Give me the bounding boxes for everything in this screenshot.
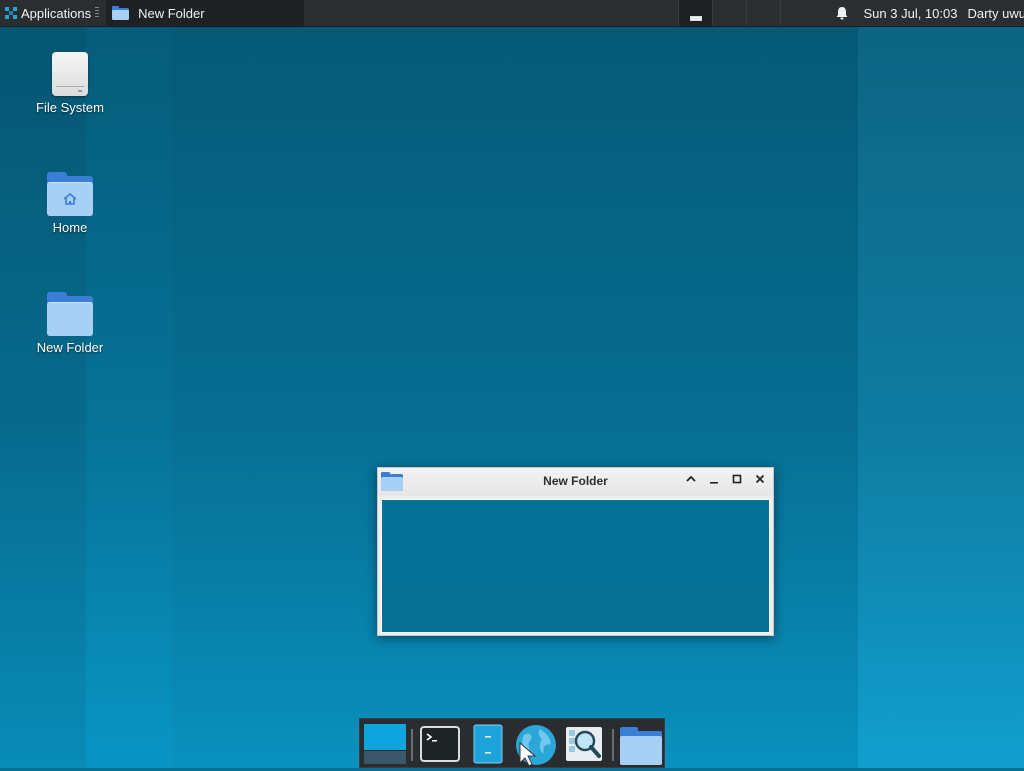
panel-separator-handle[interactable]: [95, 7, 99, 19]
applications-menu-button[interactable]: Applications: [0, 0, 103, 26]
window-titlebar[interactable]: New Folder: [378, 468, 773, 496]
search-icon: [564, 723, 604, 765]
workspace-3[interactable]: [746, 0, 780, 26]
maximize-button[interactable]: [728, 473, 746, 491]
workspace-window-thumbnail: [690, 16, 702, 21]
dock-file-manager[interactable]: [470, 723, 506, 765]
desktop-icon-new-folder[interactable]: New Folder: [22, 292, 118, 355]
clock[interactable]: Sun 3 Jul, 10:03: [864, 6, 958, 21]
dock-folder[interactable]: [619, 723, 663, 765]
system-tray: Sun 3 Jul, 10:03 Darty uwu: [834, 0, 1024, 26]
minimize-button[interactable]: [705, 473, 723, 491]
desktop-icon-label: New Folder: [22, 340, 118, 355]
folder-icon: [47, 292, 93, 336]
dock-separator: [411, 729, 413, 761]
desktop-icon-label: File System: [22, 100, 118, 115]
close-button[interactable]: [751, 473, 769, 491]
window-content-area[interactable]: [381, 499, 770, 633]
applications-label: Applications: [21, 6, 91, 21]
folder-icon: [619, 723, 663, 765]
background-band: [86, 26, 172, 768]
workspace-1[interactable]: [678, 0, 712, 26]
xfce-mouse-icon: [4, 6, 18, 20]
folder-icon: [112, 6, 129, 20]
bell-icon[interactable]: [834, 5, 850, 21]
shade-button[interactable]: [682, 473, 700, 491]
desktop: File System Home New Folder: [0, 26, 1024, 768]
file-manager-window: New Folder: [377, 467, 774, 636]
maximize-icon: [731, 473, 743, 485]
dock: [359, 718, 665, 768]
background-band: [172, 26, 858, 768]
dock-web-browser[interactable]: [512, 723, 558, 765]
user-menu[interactable]: Darty uwu: [967, 6, 1024, 21]
desktop-icon-file-system[interactable]: File System: [22, 52, 118, 115]
background-band: [858, 26, 1024, 768]
workspace-2[interactable]: [712, 0, 746, 26]
top-panel: Applications New Folder Sun 3 Jul, 10:03…: [0, 0, 1024, 26]
desktop-icon-home[interactable]: Home: [22, 172, 118, 235]
chevron-up-icon: [685, 473, 697, 485]
home-folder-icon: [47, 172, 93, 216]
file-manager-icon: [470, 723, 506, 765]
background-band: [0, 26, 86, 768]
minimize-icon: [708, 473, 720, 485]
dock-terminal[interactable]: [420, 723, 460, 765]
taskbar-button-new-folder[interactable]: New Folder: [106, 0, 304, 26]
show-desktop-icon: [364, 723, 406, 765]
drive-icon: [52, 52, 88, 96]
close-icon: [754, 473, 766, 485]
dock-show-desktop[interactable]: [364, 723, 406, 765]
dock-app-finder[interactable]: [564, 723, 604, 765]
dock-separator: [612, 729, 614, 761]
web-browser-globe-icon: [512, 723, 558, 767]
workspace-4[interactable]: [780, 0, 816, 26]
taskbar-button-label: New Folder: [138, 6, 204, 21]
terminal-icon: [420, 723, 460, 765]
desktop-icon-label: Home: [22, 220, 118, 235]
